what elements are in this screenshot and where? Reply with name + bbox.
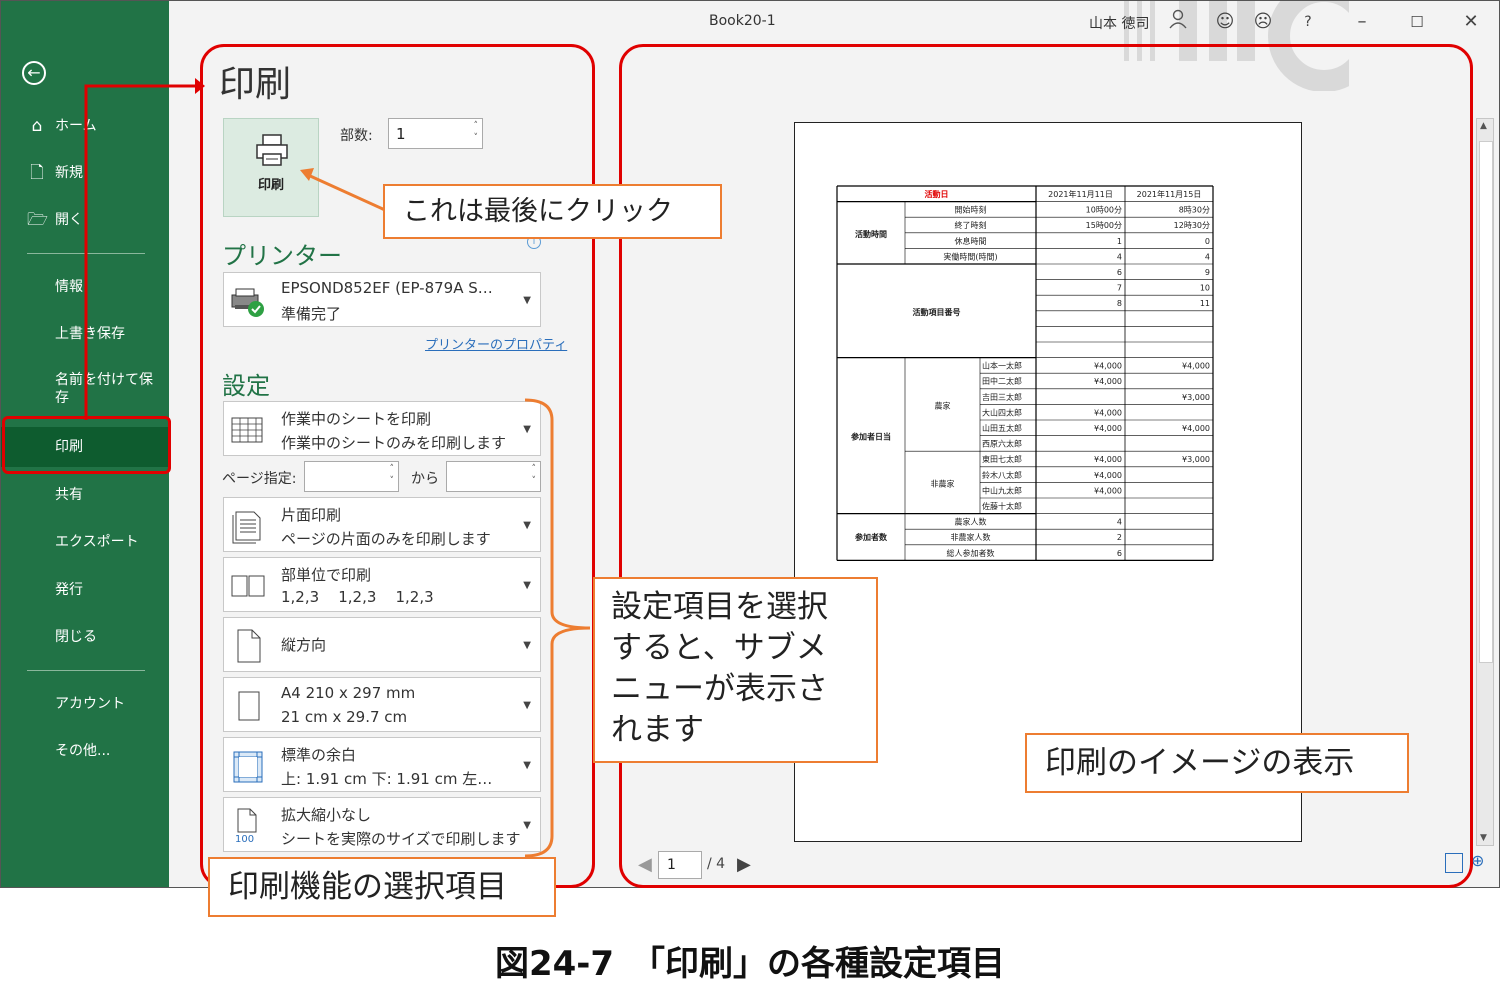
callout-click-last: これは最後にクリック (383, 184, 722, 239)
annotation-arrows (84, 78, 591, 858)
callout-preview-note: 印刷のイメージの表示 (1025, 733, 1409, 793)
callout-print-functions: 印刷機能の選択項目 (208, 857, 556, 917)
callout-line: すると、サブメ (611, 630, 827, 666)
callout-line: ニューが表示さ (611, 671, 828, 707)
figure-caption: 図24-7 「印刷」の各種設定項目 (494, 944, 1006, 984)
callout-line: れます (611, 712, 704, 748)
callout-line: 設定項目を選択 (611, 589, 828, 625)
callout-submenu-note: 設定項目を選択 すると、サブメ ニューが表示さ れます (593, 577, 878, 763)
